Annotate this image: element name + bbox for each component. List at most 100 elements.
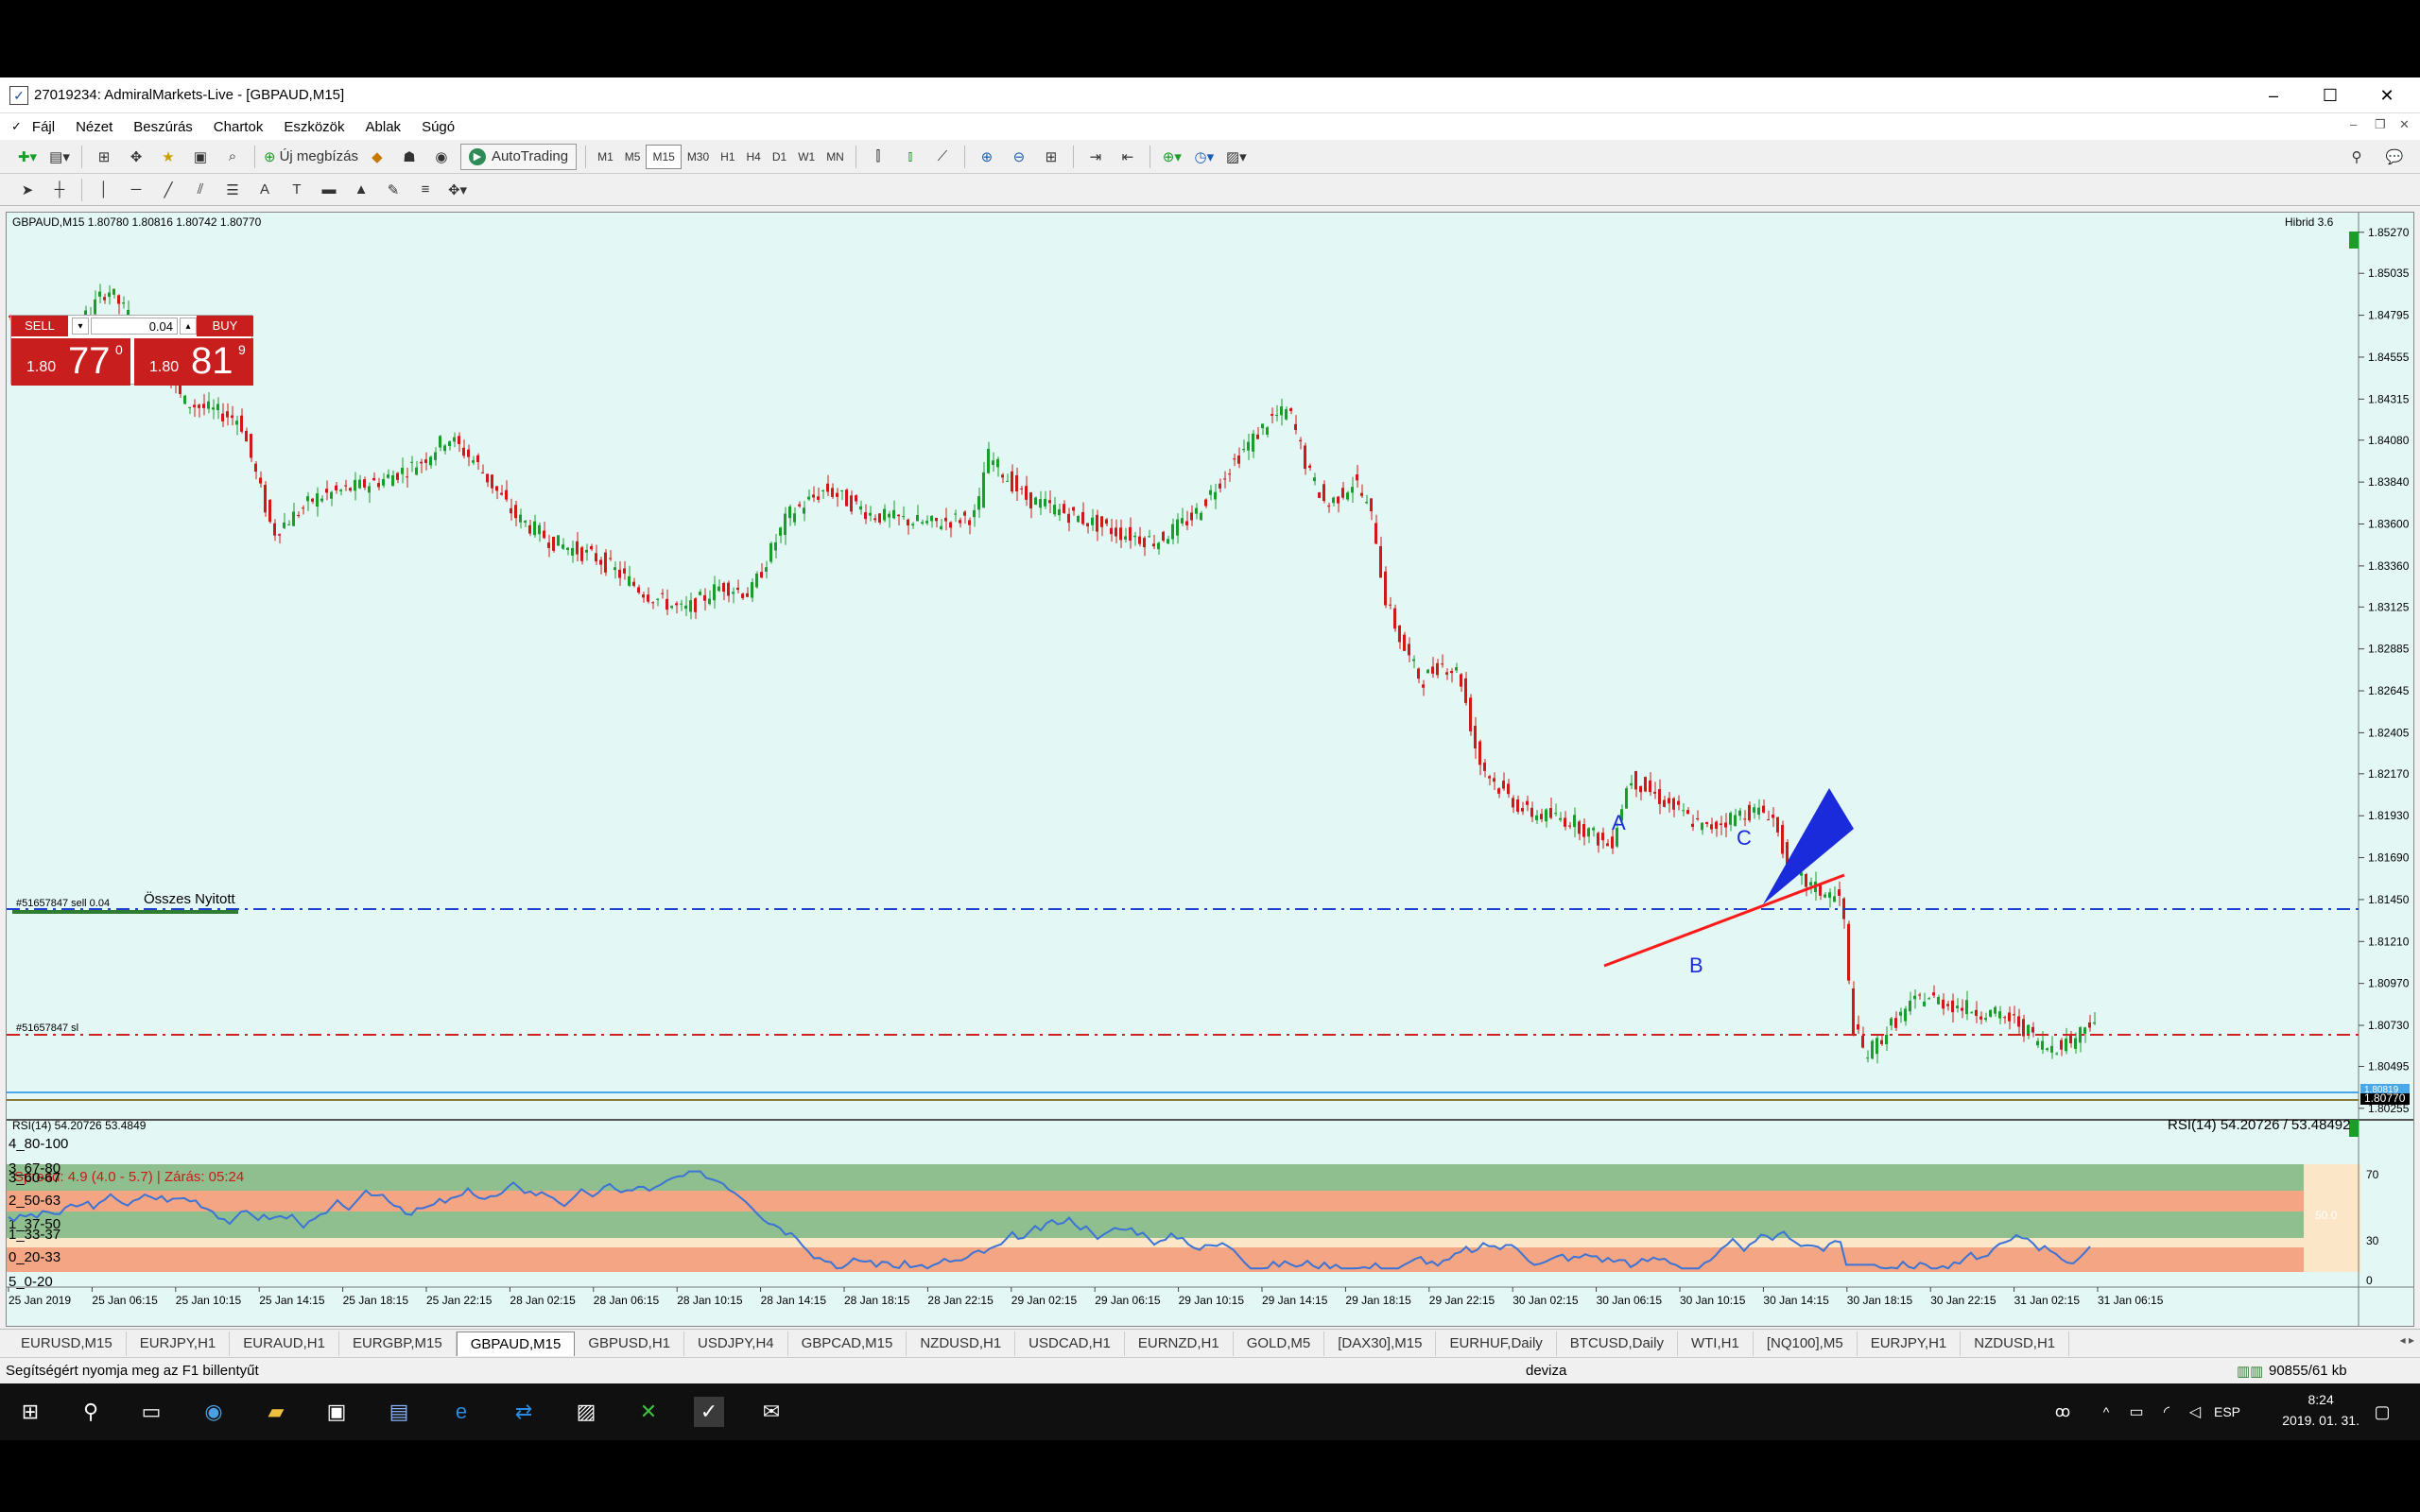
chart-menu-icon[interactable]: ✓ xyxy=(11,119,22,134)
chart-window[interactable]: A B C GBPAUD,M15 1.80780 1.80816 1.80742… xyxy=(6,212,2414,1327)
timeframe-h4[interactable]: H4 xyxy=(741,145,767,169)
market-icon[interactable]: ◉ xyxy=(428,145,455,169)
rectangle-icon[interactable]: ▬ xyxy=(316,178,342,202)
zoom-out-icon[interactable]: ⊖ xyxy=(1006,145,1032,169)
menu-charts[interactable]: Chartok xyxy=(203,119,274,135)
trendline-ab[interactable] xyxy=(1603,873,1845,968)
language-indicator[interactable]: ESP xyxy=(2212,1397,2242,1427)
timeframe-m30[interactable]: M30 xyxy=(682,145,715,169)
search-icon[interactable]: ⚲ xyxy=(2343,145,2370,169)
vertical-line-icon[interactable]: │ xyxy=(91,178,117,202)
chart-tab[interactable]: [NQ100],M5 xyxy=(1754,1331,1858,1356)
tab-scroll-arrows-icon[interactable]: ◂ ▸ xyxy=(2400,1333,2414,1347)
metatrader-taskbar-icon[interactable]: ✓ xyxy=(694,1397,724,1427)
chart-tab[interactable]: EURNZD,H1 xyxy=(1125,1331,1234,1356)
channel-icon[interactable]: ⫽ xyxy=(187,178,214,202)
chart-tab[interactable]: [DAX30],M15 xyxy=(1324,1331,1437,1356)
periods-icon[interactable]: ◷▾ xyxy=(1191,145,1218,169)
menu-window[interactable]: Ablak xyxy=(355,119,412,135)
chart-tab[interactable]: WTI,H1 xyxy=(1678,1331,1754,1356)
signals-icon[interactable]: ☗ xyxy=(396,145,423,169)
price-chart[interactable]: A B C GBPAUD,M15 1.80780 1.80816 1.80742… xyxy=(7,213,2413,1326)
timeframe-mn[interactable]: MN xyxy=(821,145,850,169)
chart-tab[interactable]: NZDUSD,H1 xyxy=(907,1331,1016,1356)
arrows-icon[interactable]: ✥▾ xyxy=(444,178,471,202)
chart-tab[interactable]: EURHUF,Daily xyxy=(1436,1331,1557,1356)
lot-input[interactable]: 0.04 xyxy=(91,318,178,335)
chart-tab[interactable]: USDCAD,H1 xyxy=(1015,1331,1125,1356)
file-explorer-icon[interactable]: ▰ xyxy=(261,1397,291,1427)
timeframe-m5[interactable]: M5 xyxy=(619,145,647,169)
chart-tab[interactable]: GOLD,M5 xyxy=(1234,1331,1325,1356)
market-watch-icon[interactable]: ⊞ xyxy=(91,145,117,169)
timeframe-w1[interactable]: W1 xyxy=(792,145,821,169)
text-icon[interactable]: A xyxy=(251,178,278,202)
menu-help[interactable]: Súgó xyxy=(411,119,465,135)
wifi-icon[interactable]: ◜ xyxy=(2152,1397,2182,1427)
pattern-arrow[interactable] xyxy=(1763,788,1854,904)
scroll-marker-top[interactable] xyxy=(2349,232,2359,249)
edge-icon[interactable]: e xyxy=(446,1397,476,1427)
mdi-minimize-icon[interactable]: – xyxy=(2350,117,2357,131)
sell-price-box[interactable]: 1.80 77 0 xyxy=(11,338,130,386)
gann-icon[interactable]: ≡ xyxy=(412,178,439,202)
people-icon[interactable]: ꝏ xyxy=(2048,1397,2078,1427)
chart-tab[interactable]: EURJPY,H1 xyxy=(1858,1331,1962,1356)
maximize-button[interactable]: ☐ xyxy=(2302,77,2359,113)
chart-tab[interactable]: NZDUSD,H1 xyxy=(1961,1331,2070,1356)
store-icon[interactable]: ▣ xyxy=(321,1397,352,1427)
line-chart-icon[interactable]: ⟋ xyxy=(929,145,956,169)
task-view-icon[interactable]: ▭ xyxy=(136,1397,166,1427)
timeframe-h1[interactable]: H1 xyxy=(715,145,740,169)
mdi-close-icon[interactable]: ✕ xyxy=(2399,117,2410,132)
start-windows-icon[interactable]: ⊞ xyxy=(15,1397,45,1427)
candlestick-icon[interactable]: ⫾ xyxy=(897,145,924,169)
chart-shift-icon[interactable]: ⇤ xyxy=(1115,145,1141,169)
horizontal-line-icon[interactable]: ─ xyxy=(123,178,149,202)
minimize-button[interactable]: – xyxy=(2245,77,2302,113)
timeframe-m15[interactable]: M15 xyxy=(646,144,682,169)
sell-button[interactable]: SELL xyxy=(11,316,68,336)
chart-tab[interactable]: EURGBP,M15 xyxy=(339,1331,457,1356)
metaeditor-icon[interactable]: ◆ xyxy=(364,145,390,169)
bar-chart-icon[interactable]: ⫿ xyxy=(865,145,891,169)
image-viewer-icon[interactable]: ▨ xyxy=(571,1397,601,1427)
chart-tab[interactable]: GBPCAD,M15 xyxy=(788,1331,908,1356)
cursor-icon[interactable]: ➤ xyxy=(14,178,41,202)
close-button[interactable]: ✕ xyxy=(2359,77,2415,113)
timeframe-m1[interactable]: M1 xyxy=(592,145,619,169)
chart-tab[interactable]: EURAUD,H1 xyxy=(230,1331,339,1356)
chart-tab[interactable]: BTCUSD,Daily xyxy=(1557,1331,1678,1356)
new-chart-icon[interactable]: ✚▾ xyxy=(14,145,41,169)
search-icon[interactable]: ⚲ xyxy=(76,1397,106,1427)
browser-icon[interactable]: ◉ xyxy=(199,1397,229,1427)
buy-button[interactable]: BUY xyxy=(197,316,253,336)
terminal-icon[interactable]: ▣ xyxy=(187,145,214,169)
menu-tools[interactable]: Eszközök xyxy=(273,119,354,135)
lot-down-icon[interactable]: ▾ xyxy=(72,318,89,335)
trendline-icon[interactable]: ╱ xyxy=(155,178,182,202)
indicators-icon[interactable]: ⊕▾ xyxy=(1159,145,1185,169)
menu-file[interactable]: Fájl xyxy=(22,119,65,135)
chart-tab[interactable]: USDJPY,H4 xyxy=(684,1331,788,1356)
text-label-icon[interactable]: T xyxy=(284,178,310,202)
fibonacci-icon[interactable]: ☰ xyxy=(219,178,246,202)
navigator-icon[interactable]: ★ xyxy=(155,145,182,169)
autotrading-button[interactable]: ▶ AutoTrading xyxy=(459,143,578,170)
battery-icon[interactable]: ▭ xyxy=(2121,1397,2152,1427)
mail-icon[interactable]: ✉ xyxy=(756,1397,786,1427)
tile-windows-icon[interactable]: ⊞ xyxy=(1038,145,1064,169)
profiles-icon[interactable]: ▤▾ xyxy=(46,145,73,169)
buy-price-box[interactable]: 1.80 81 9 xyxy=(134,338,253,386)
chart-tab[interactable]: EURJPY,H1 xyxy=(127,1331,231,1356)
data-window-icon[interactable]: ✥ xyxy=(123,145,149,169)
notification-icon[interactable]: ▢ xyxy=(2367,1397,2397,1427)
zoom-in-icon[interactable]: ⊕ xyxy=(974,145,1000,169)
lot-up-icon[interactable]: ▴ xyxy=(180,318,197,335)
templates-icon[interactable]: ▨▾ xyxy=(1223,145,1250,169)
clock[interactable]: 8:24 2019. 01. 31. xyxy=(2282,1389,2360,1431)
excel-icon[interactable]: ✕ xyxy=(633,1397,664,1427)
chart-tab[interactable]: GBPAUD,M15 xyxy=(456,1331,576,1356)
crosshair-icon[interactable]: ┼ xyxy=(46,178,73,202)
tray-chevron-icon[interactable]: ^ xyxy=(2091,1397,2121,1427)
